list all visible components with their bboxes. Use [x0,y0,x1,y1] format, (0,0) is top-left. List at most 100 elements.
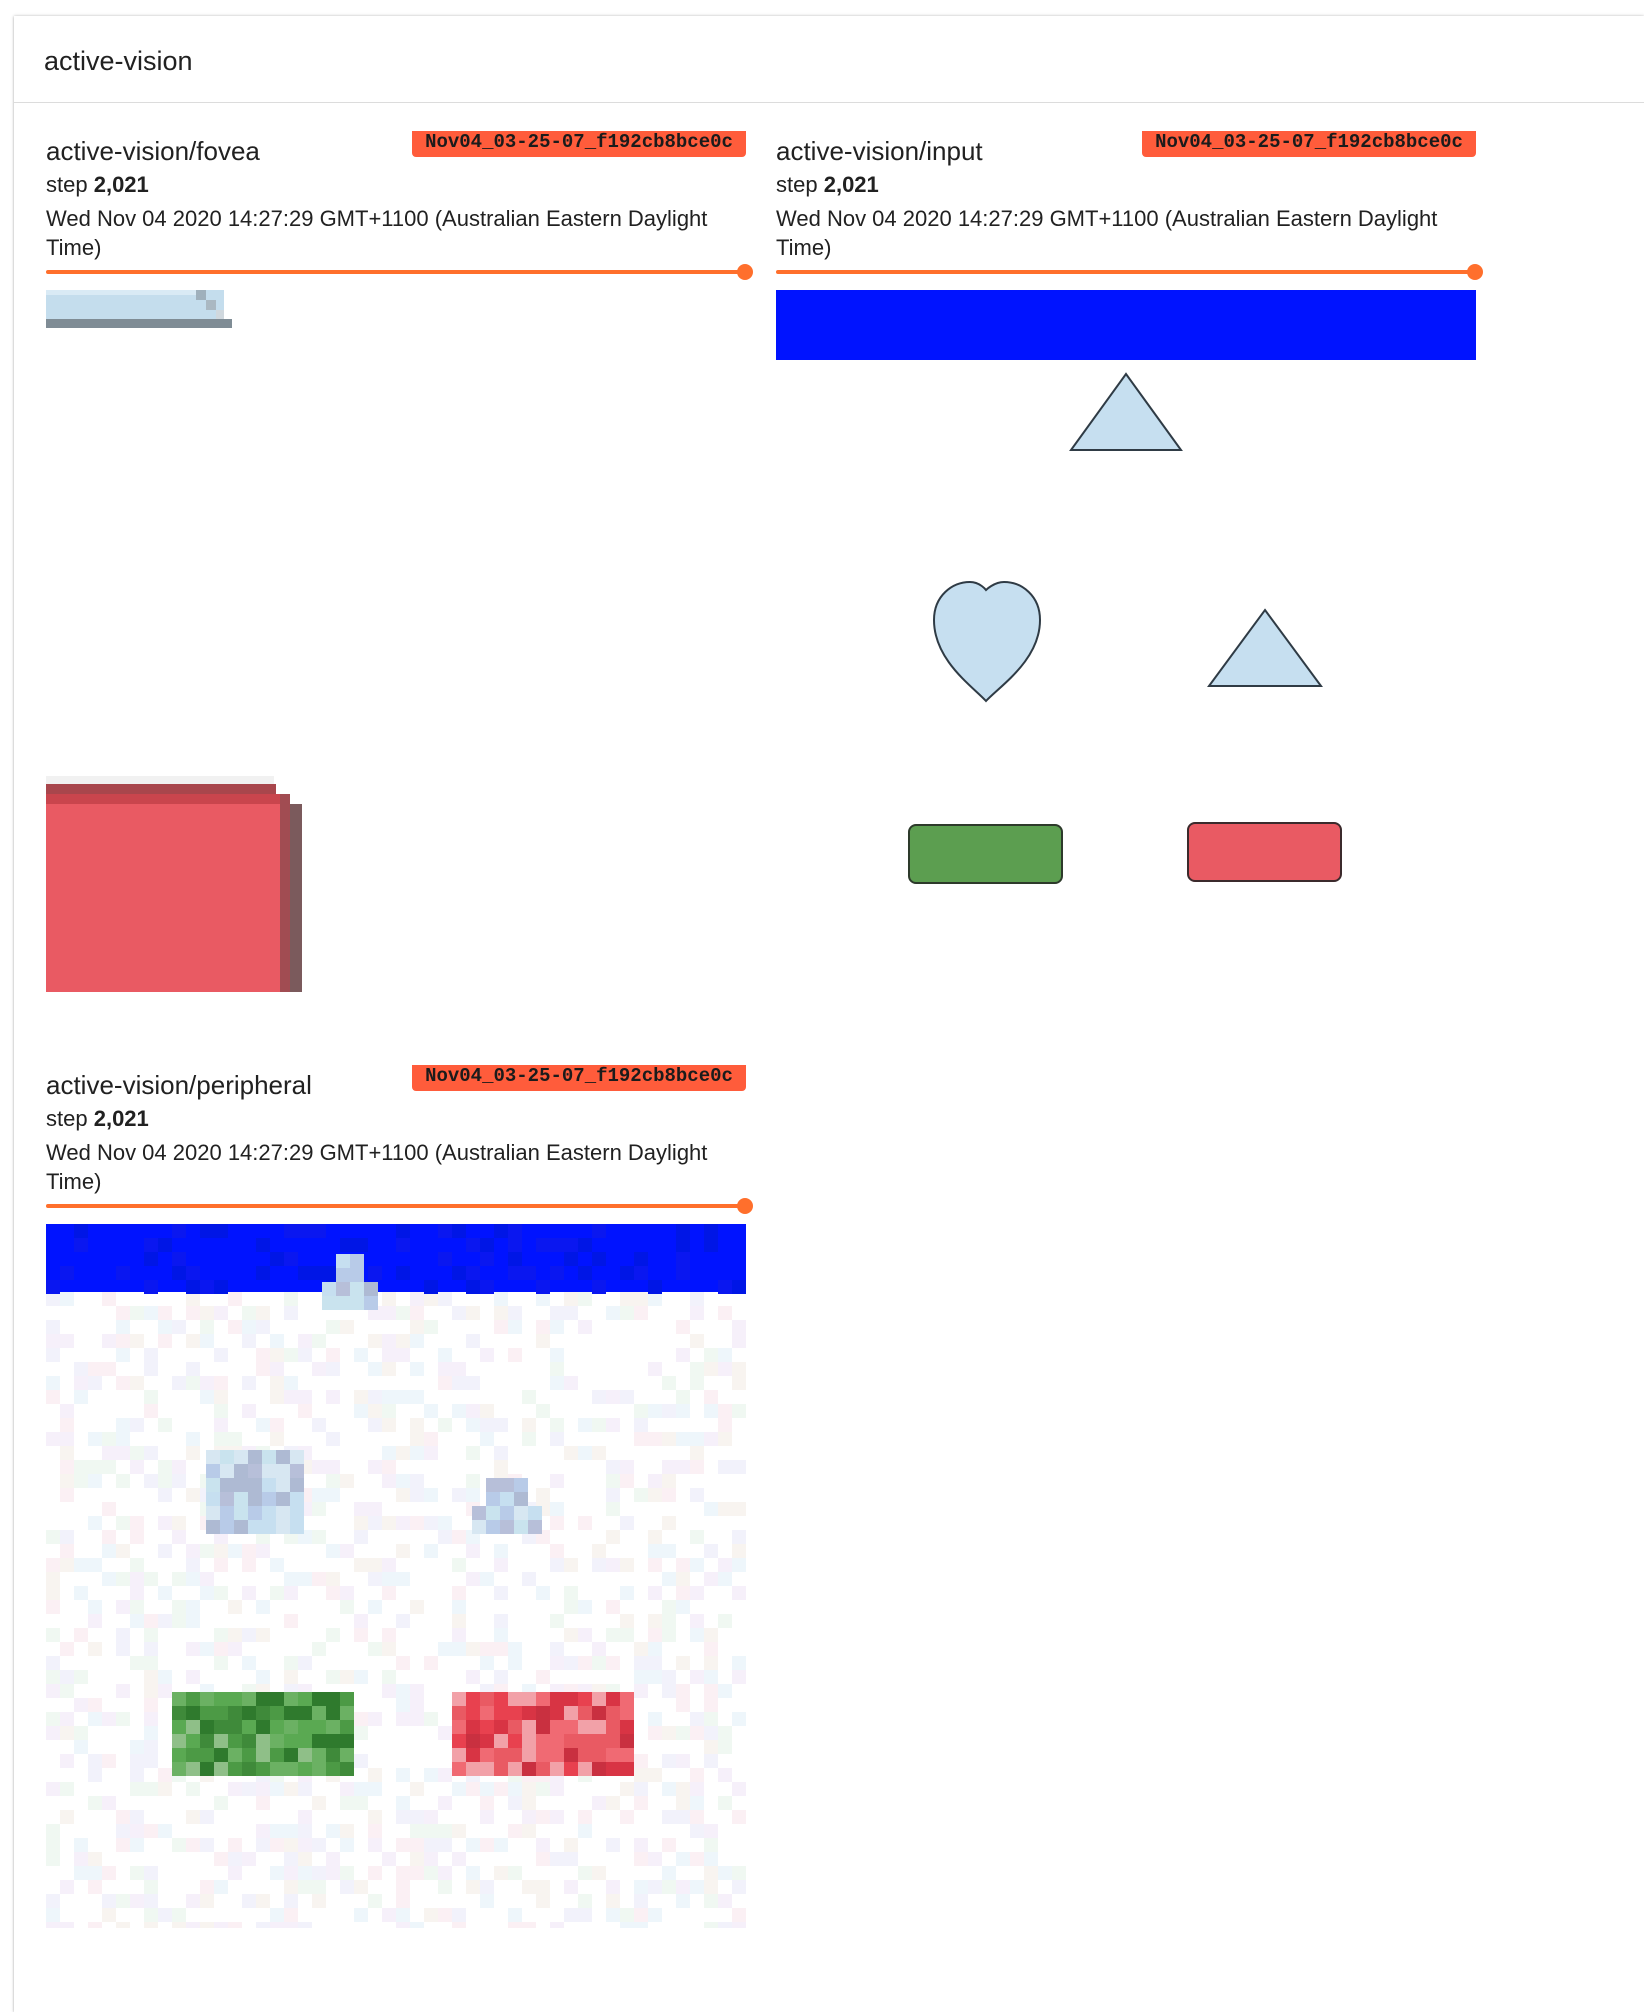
noise-pixel [214,1796,228,1810]
noise-pixel [368,1418,382,1432]
blue-bar-pixel [172,1266,186,1280]
pixelated-heart [276,1464,290,1478]
noise-pixel [102,1292,116,1306]
noise-pixel [214,1628,228,1642]
noise-pixel [256,1894,270,1908]
pixelated-triangle-right [500,1478,514,1492]
noise-pixel [452,1362,466,1376]
noise-pixel [46,1292,60,1306]
noise-pixel [228,1320,242,1334]
noise-pixel [564,1908,578,1922]
noise-pixel [130,1740,144,1754]
blue-bar-pixel [284,1224,298,1238]
noise-pixel [550,1642,564,1656]
noise-pixel [662,1544,676,1558]
noise-pixel [438,1838,452,1852]
noise-pixel [452,1782,466,1796]
noise-pixel [242,1544,256,1558]
pixelated-heart [276,1478,290,1492]
noise-pixel [298,1852,312,1866]
noise-pixel [186,1558,200,1572]
step-slider-track[interactable] [46,1204,746,1208]
noise-pixel [410,1810,424,1824]
pixelated-red-rect [522,1748,536,1762]
noise-pixel [74,1460,88,1474]
noise-pixel [550,1922,564,1928]
noise-pixel [662,1572,676,1586]
pixelated-green-rect [242,1692,256,1706]
noise-pixel [130,1838,144,1852]
noise-pixel [214,1376,228,1390]
noise-pixel [508,1656,522,1670]
blue-bar-pixel [466,1266,480,1280]
noise-pixel [480,1404,494,1418]
blue-bar-pixel [564,1252,578,1266]
pixelated-green-rect [242,1762,256,1776]
noise-pixel [676,1726,690,1740]
noise-pixel [46,1838,60,1852]
noise-pixel [410,1432,424,1446]
noise-pixel [382,1362,396,1376]
pixelated-heart [234,1464,248,1478]
pixelated-heart [248,1506,262,1520]
noise-pixel [634,1838,648,1852]
noise-pixel [228,1838,242,1852]
noise-pixel [172,1516,186,1530]
noise-pixel [452,1558,466,1572]
noise-pixel [662,1684,676,1698]
blue-bar-pixel [172,1252,186,1266]
pixelated-green-rect [312,1706,326,1720]
red-rectangle [1187,822,1342,882]
noise-pixel [228,1866,242,1880]
noise-pixel [578,1894,592,1908]
noise-pixel [74,1866,88,1880]
noise-pixel [410,1516,424,1530]
noise-pixel [382,1348,396,1362]
noise-pixel [452,1628,466,1642]
noise-pixel [172,1572,186,1586]
noise-pixel [396,1838,410,1852]
noise-pixel [634,1292,648,1306]
noise-pixel [312,1838,326,1852]
noise-pixel [354,1670,368,1684]
noise-pixel [88,1474,102,1488]
noise-pixel [284,1586,298,1600]
noise-pixel [466,1838,480,1852]
pixelated-red-rect [620,1720,634,1734]
blue-bar-pixel [144,1238,158,1252]
step-slider-thumb[interactable] [737,1198,753,1214]
noise-pixel [592,1418,606,1432]
pixelated-heart [276,1520,290,1534]
noise-pixel [130,1558,144,1572]
step-slider-thumb[interactable] [737,264,753,280]
noise-pixel [522,1782,536,1796]
step-slider-thumb[interactable] [1467,264,1483,280]
noise-pixel [648,1726,662,1740]
step-slider-track[interactable] [46,270,746,274]
pixelated-triangle-top [336,1268,350,1282]
noise-pixel [564,1656,578,1670]
noise-pixel [382,1446,396,1460]
pixelated-red-rect [522,1734,536,1748]
noise-pixel [522,1796,536,1810]
noise-pixel [648,1628,662,1642]
fovea-red-top-edge-2 [46,794,282,804]
pixelated-red-rect [606,1706,620,1720]
noise-pixel [214,1544,228,1558]
noise-pixel [242,1404,256,1418]
noise-pixel [102,1530,116,1544]
blue-bar-pixel [452,1224,466,1238]
noise-pixel [634,1684,648,1698]
card-title: active-vision/input [776,136,983,166]
noise-pixel [116,1320,130,1334]
noise-pixel [718,1768,732,1782]
noise-pixel [522,1432,536,1446]
pixelated-green-rect [186,1720,200,1734]
noise-pixel [578,1600,592,1614]
noise-pixel [326,1362,340,1376]
fovea-blue-edge-2 [206,300,216,310]
pane-header[interactable]: active-vision [14,16,1644,103]
pixelated-green-rect [270,1706,284,1720]
noise-pixel [228,1642,242,1656]
step-slider-track[interactable] [776,270,1476,274]
